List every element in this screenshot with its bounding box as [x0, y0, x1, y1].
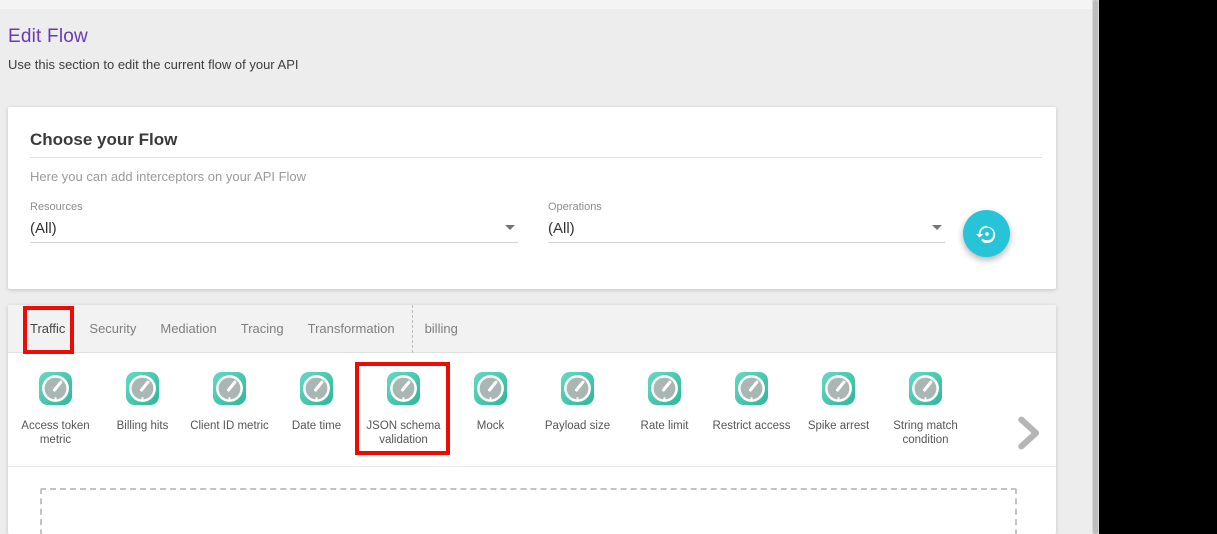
policy-list: Access token metric Billing hits	[12, 354, 969, 447]
flow-card-divider	[30, 157, 1042, 158]
resources-select-value: (All)	[30, 220, 518, 237]
resources-select-label: Resources	[30, 201, 518, 213]
page-header: Edit Flow Use this section to edit the c…	[8, 26, 298, 72]
policy-label: JSON schema validation	[356, 419, 452, 447]
resources-select[interactable]: Resources (All)	[30, 201, 518, 243]
page-subtitle: Use this section to edit the current flo…	[8, 57, 298, 72]
policy-category-tabs: Traffic Security Mediation Tracing Trans…	[8, 305, 1056, 353]
policy-item[interactable]: Rate limit	[621, 354, 708, 447]
chevron-right-icon	[1012, 413, 1044, 453]
policy-label: Date time	[269, 419, 365, 433]
gauge-policy-icon	[473, 371, 508, 406]
policy-label: Payload size	[530, 419, 626, 433]
tab-mediation[interactable]: Mediation	[148, 305, 228, 352]
flow-card-title: Choose your Flow	[30, 130, 177, 150]
policy-label: Restrict access	[704, 419, 800, 433]
policy-label: Billing hits	[95, 419, 191, 433]
gauge-policy-icon	[647, 371, 682, 406]
tab-traffic[interactable]: Traffic	[18, 305, 77, 352]
policy-item[interactable]: Spike arrest	[795, 354, 882, 447]
scrollbar-thumb[interactable]	[1093, 0, 1098, 534]
tab-transformation[interactable]: Transformation	[296, 305, 407, 352]
gauge-policy-icon	[299, 371, 334, 406]
policy-label: Client ID metric	[182, 419, 278, 433]
gauge-policy-icon	[38, 371, 73, 406]
flow-dropzone[interactable]	[40, 488, 1017, 534]
policy-item[interactable]: JSON schema validation	[360, 354, 447, 447]
gauge-policy-icon	[386, 371, 421, 406]
black-side-panel	[1099, 0, 1217, 534]
tab-billing[interactable]: billing	[413, 305, 470, 352]
reset-flow-button[interactable]	[963, 210, 1010, 257]
gauge-policy-icon	[125, 371, 160, 406]
gauge-policy-icon	[821, 371, 856, 406]
flow-card-subtitle: Here you can add interceptors on your AP…	[30, 169, 306, 184]
policy-label: Rate limit	[617, 419, 713, 433]
gauge-policy-icon	[734, 371, 769, 406]
operations-select-value: (All)	[548, 220, 945, 237]
policy-item[interactable]: Payload size	[534, 354, 621, 447]
settings-backup-restore-icon	[976, 223, 998, 245]
dropdown-arrow-icon[interactable]	[505, 225, 515, 230]
tab-tracing[interactable]: Tracing	[229, 305, 296, 352]
policy-item[interactable]: Billing hits	[99, 354, 186, 447]
policy-item[interactable]: Mock	[447, 354, 534, 447]
policy-label: Access token metric	[8, 419, 104, 447]
policy-label: Spike arrest	[791, 419, 887, 433]
page-title: Edit Flow	[8, 26, 298, 48]
policy-item[interactable]: Restrict access	[708, 354, 795, 447]
operations-select-label: Operations	[548, 201, 945, 213]
tab-security[interactable]: Security	[77, 305, 148, 352]
policy-item[interactable]: Client ID metric	[186, 354, 273, 447]
gauge-policy-icon	[908, 371, 943, 406]
policy-item[interactable]: Access token metric	[12, 354, 99, 447]
operations-select[interactable]: Operations (All)	[548, 201, 945, 243]
choose-flow-card: Choose your Flow Here you can add interc…	[8, 107, 1056, 289]
gauge-policy-icon	[212, 371, 247, 406]
policy-label: String match condition	[878, 419, 974, 447]
gauge-policy-icon	[560, 371, 595, 406]
dropdown-arrow-icon[interactable]	[932, 225, 942, 230]
policy-item[interactable]: Date time	[273, 354, 360, 447]
next-policies-button[interactable]	[1008, 410, 1048, 456]
policy-label: Mock	[443, 419, 539, 433]
top-strip	[0, 0, 1093, 9]
policies-divider	[8, 466, 1056, 467]
policies-card: Traffic Security Mediation Tracing Trans…	[8, 305, 1056, 534]
policy-item[interactable]: String match condition	[882, 354, 969, 447]
